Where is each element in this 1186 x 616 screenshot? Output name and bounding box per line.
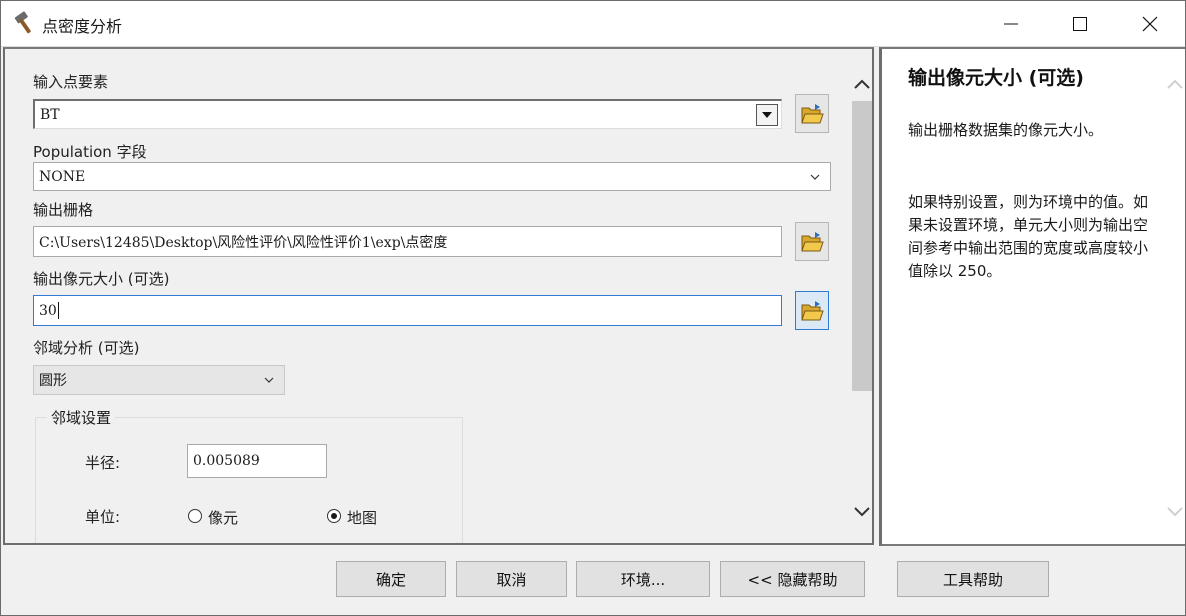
hammer-icon bbox=[12, 10, 38, 36]
environments-button[interactable]: 环境... bbox=[576, 561, 710, 597]
minimize-button[interactable] bbox=[976, 0, 1046, 47]
unit-cell-label: 像元 bbox=[208, 509, 239, 527]
title-bar: 点密度分析 bbox=[0, 0, 1186, 47]
population-field-value: NONE bbox=[39, 168, 86, 185]
cell-size-label: 输出像元大小 (可选) bbox=[33, 270, 170, 288]
help-scroll-down-button[interactable] bbox=[1166, 503, 1184, 521]
help-paragraph-1: 输出栅格数据集的像元大小。 bbox=[908, 121, 1104, 139]
maximize-icon bbox=[1073, 16, 1087, 31]
cell-size-input[interactable]: 30 bbox=[33, 295, 782, 326]
chevron-up-icon bbox=[854, 79, 870, 89]
chevron-down-icon bbox=[854, 507, 870, 517]
output-raster-label: 输出栅格 bbox=[33, 201, 94, 219]
cell-size-value: 30 bbox=[39, 302, 57, 319]
input-points-label: 输入点要素 bbox=[33, 73, 109, 91]
cell-size-browse-button[interactable] bbox=[795, 291, 829, 330]
help-scroll-up-button[interactable] bbox=[1166, 75, 1184, 93]
output-raster-input[interactable]: C:\Users\12485\Desktop\风险性评价\风险性评价1\exp\… bbox=[33, 226, 782, 257]
chevron-up-icon bbox=[1167, 79, 1183, 89]
output-raster-browse-button[interactable] bbox=[795, 222, 829, 261]
input-points-value: BT bbox=[40, 106, 60, 123]
radius-label: 半径: bbox=[85, 454, 121, 472]
population-field-label: Population 字段 bbox=[33, 143, 147, 161]
close-button[interactable] bbox=[1115, 0, 1185, 47]
radius-input[interactable]: 0.005089 bbox=[187, 444, 327, 478]
tool-help-button[interactable]: 工具帮助 bbox=[897, 561, 1049, 597]
input-points-dropdown-button[interactable] bbox=[756, 104, 778, 126]
close-icon bbox=[1142, 16, 1158, 31]
neighborhood-settings-title: 邻域设置 bbox=[47, 407, 116, 428]
text-cursor bbox=[57, 302, 59, 319]
input-points-combo[interactable]: BT bbox=[33, 99, 782, 129]
population-field-select[interactable]: NONE bbox=[33, 162, 831, 191]
open-folder-icon bbox=[801, 231, 824, 251]
open-folder-icon bbox=[801, 300, 824, 320]
output-raster-value: C:\Users\12485\Desktop\风险性评价\风险性评价1\exp\… bbox=[39, 234, 448, 251]
radius-value: 0.005089 bbox=[193, 453, 260, 469]
chevron-down-icon bbox=[810, 174, 820, 180]
chevron-down-icon bbox=[264, 377, 274, 383]
window-title: 点密度分析 bbox=[42, 17, 123, 36]
parameters-panel: 输入点要素 BT Population 字段 NONE 输出栅格 C:\User… bbox=[3, 47, 874, 545]
scrollbar-thumb[interactable] bbox=[852, 101, 872, 391]
help-panel: 输出像元大小 (可选) 输出栅格数据集的像元大小。 如果特别设置，则为环境中的值… bbox=[879, 47, 1185, 546]
scroll-down-button[interactable] bbox=[851, 501, 872, 523]
unit-cell-radio[interactable] bbox=[188, 509, 202, 523]
hide-help-button[interactable]: << 隐藏帮助 bbox=[720, 561, 865, 597]
neighborhood-value: 圆形 bbox=[39, 373, 67, 389]
maximize-button[interactable] bbox=[1045, 0, 1115, 47]
neighborhood-select[interactable]: 圆形 bbox=[33, 365, 285, 395]
neighborhood-label: 邻域分析 (可选) bbox=[33, 339, 140, 357]
input-points-browse-button[interactable] bbox=[795, 94, 829, 133]
dropdown-arrow-icon bbox=[762, 112, 772, 118]
unit-map-label: 地图 bbox=[347, 509, 378, 527]
help-paragraph-2: 如果特别设置，则为环境中的值。如果未设置环境，单元大小则为输出空间参考中输出范围… bbox=[908, 193, 1149, 280]
open-folder-icon bbox=[801, 103, 824, 123]
minimize-icon bbox=[1004, 23, 1018, 24]
unit-map-radio[interactable] bbox=[327, 509, 341, 523]
help-title: 输出像元大小 (可选) bbox=[908, 67, 1084, 89]
units-label: 单位: bbox=[85, 508, 121, 526]
cancel-button[interactable]: 取消 bbox=[456, 561, 567, 597]
ok-button[interactable]: 确定 bbox=[336, 561, 446, 597]
chevron-down-icon bbox=[1167, 507, 1183, 517]
scroll-up-button[interactable] bbox=[851, 73, 872, 95]
